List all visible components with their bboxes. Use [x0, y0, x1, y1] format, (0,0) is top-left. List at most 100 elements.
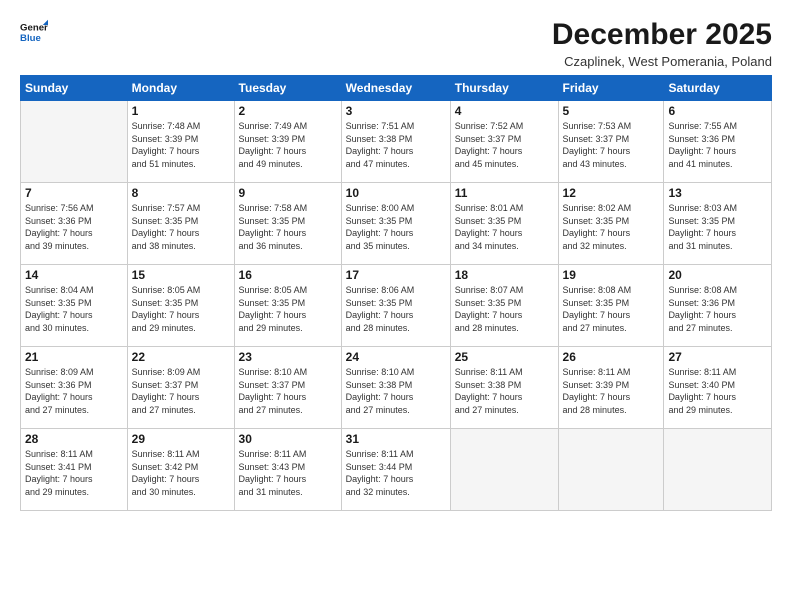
calendar-cell: 9Sunrise: 7:58 AM Sunset: 3:35 PM Daylig…: [234, 183, 341, 265]
day-info: Sunrise: 8:06 AM Sunset: 3:35 PM Dayligh…: [346, 284, 446, 334]
day-number: 4: [455, 104, 554, 118]
day-number: 10: [346, 186, 446, 200]
day-info: Sunrise: 7:53 AM Sunset: 3:37 PM Dayligh…: [563, 120, 660, 170]
day-number: 7: [25, 186, 123, 200]
calendar-cell: 16 Sunrise: 8:05 AM Sunset: 3:35 PM Dayli…: [234, 265, 341, 347]
calendar-body: 1Sunrise: 7:48 AM Sunset: 3:39 PM Daylig…: [21, 101, 772, 511]
calendar-week-3: 14 Sunrise: 8:04 AM Sunset: 3:35 PM Dayli…: [21, 265, 772, 347]
day-number: 22: [132, 350, 230, 364]
day-info: Sunrise: 8:11 AM Sunset: 3:44 PM Dayligh…: [346, 448, 446, 498]
day-info: Sunrise: 8:07 AM Sunset: 3:35 PM Dayligh…: [455, 284, 554, 334]
weekday-tuesday: Tuesday: [234, 76, 341, 101]
day-number: 9: [239, 186, 337, 200]
day-number: 17: [346, 268, 446, 282]
day-info: Sunrise: 8:05 AM Sunset: 3:35 PM Dayligh…: [132, 284, 230, 334]
day-info: Sunrise: 8:11 AM Sunset: 3:43 PM Dayligh…: [239, 448, 337, 498]
calendar-cell: 6Sunrise: 7:55 AM Sunset: 3:36 PM Daylig…: [664, 101, 772, 183]
weekday-saturday: Saturday: [664, 76, 772, 101]
day-info: Sunrise: 8:11 AM Sunset: 3:41 PM Dayligh…: [25, 448, 123, 498]
calendar-cell: [21, 101, 128, 183]
day-info: Sunrise: 8:10 AM Sunset: 3:37 PM Dayligh…: [239, 366, 337, 416]
day-number: 30: [239, 432, 337, 446]
calendar-cell: 2Sunrise: 7:49 AM Sunset: 3:39 PM Daylig…: [234, 101, 341, 183]
day-info: Sunrise: 7:55 AM Sunset: 3:36 PM Dayligh…: [668, 120, 767, 170]
calendar-cell: 24 Sunrise: 8:10 AM Sunset: 3:38 PM Dayli…: [341, 347, 450, 429]
day-info: Sunrise: 8:10 AM Sunset: 3:38 PM Dayligh…: [346, 366, 446, 416]
calendar-cell: 18 Sunrise: 8:07 AM Sunset: 3:35 PM Dayli…: [450, 265, 558, 347]
day-number: 24: [346, 350, 446, 364]
day-info: Sunrise: 8:09 AM Sunset: 3:37 PM Dayligh…: [132, 366, 230, 416]
day-number: 12: [563, 186, 660, 200]
calendar-week-2: 7 Sunrise: 7:56 AM Sunset: 3:36 PM Daylig…: [21, 183, 772, 265]
day-number: 31: [346, 432, 446, 446]
calendar-cell: 14 Sunrise: 8:04 AM Sunset: 3:35 PM Dayli…: [21, 265, 128, 347]
calendar-cell: 31 Sunrise: 8:11 AM Sunset: 3:44 PM Dayli…: [341, 429, 450, 511]
calendar-cell: 21Sunrise: 8:09 AM Sunset: 3:36 PM Dayli…: [21, 347, 128, 429]
day-number: 18: [455, 268, 554, 282]
day-info: Sunrise: 7:57 AM Sunset: 3:35 PM Dayligh…: [132, 202, 230, 252]
calendar-week-5: 28 Sunrise: 8:11 AM Sunset: 3:41 PM Dayli…: [21, 429, 772, 511]
weekday-friday: Friday: [558, 76, 664, 101]
day-number: 19: [563, 268, 660, 282]
day-number: 28: [25, 432, 123, 446]
calendar-cell: 25 Sunrise: 8:11 AM Sunset: 3:38 PM Dayli…: [450, 347, 558, 429]
day-number: 26: [563, 350, 660, 364]
day-info: Sunrise: 8:08 AM Sunset: 3:36 PM Dayligh…: [668, 284, 767, 334]
header: General Blue December 2025 Czaplinek, We…: [20, 18, 772, 69]
calendar-week-1: 1Sunrise: 7:48 AM Sunset: 3:39 PM Daylig…: [21, 101, 772, 183]
weekday-thursday: Thursday: [450, 76, 558, 101]
calendar-cell: 12 Sunrise: 8:02 AM Sunset: 3:35 PM Dayli…: [558, 183, 664, 265]
day-info: Sunrise: 8:05 AM Sunset: 3:35 PM Dayligh…: [239, 284, 337, 334]
day-number: 3: [346, 104, 446, 118]
day-number: 16: [239, 268, 337, 282]
weekday-wednesday: Wednesday: [341, 76, 450, 101]
calendar-cell: 7 Sunrise: 7:56 AM Sunset: 3:36 PM Daylig…: [21, 183, 128, 265]
day-info: Sunrise: 7:56 AM Sunset: 3:36 PM Dayligh…: [25, 202, 123, 252]
calendar-cell: 19 Sunrise: 8:08 AM Sunset: 3:35 PM Dayli…: [558, 265, 664, 347]
day-number: 5: [563, 104, 660, 118]
month-title: December 2025: [552, 18, 772, 52]
subtitle: Czaplinek, West Pomerania, Poland: [552, 54, 772, 69]
title-block: December 2025 Czaplinek, West Pomerania,…: [552, 18, 772, 69]
calendar-cell: 22 Sunrise: 8:09 AM Sunset: 3:37 PM Dayli…: [127, 347, 234, 429]
calendar-cell: 17 Sunrise: 8:06 AM Sunset: 3:35 PM Dayli…: [341, 265, 450, 347]
day-info: Sunrise: 8:11 AM Sunset: 3:39 PM Dayligh…: [563, 366, 660, 416]
weekday-monday: Monday: [127, 76, 234, 101]
svg-text:Blue: Blue: [20, 33, 41, 44]
day-number: 27: [668, 350, 767, 364]
calendar-cell: 15Sunrise: 8:05 AM Sunset: 3:35 PM Dayli…: [127, 265, 234, 347]
calendar-cell: 4 Sunrise: 7:52 AM Sunset: 3:37 PM Daylig…: [450, 101, 558, 183]
day-info: Sunrise: 8:08 AM Sunset: 3:35 PM Dayligh…: [563, 284, 660, 334]
day-info: Sunrise: 8:02 AM Sunset: 3:35 PM Dayligh…: [563, 202, 660, 252]
day-number: 14: [25, 268, 123, 282]
day-number: 1: [132, 104, 230, 118]
day-info: Sunrise: 7:52 AM Sunset: 3:37 PM Dayligh…: [455, 120, 554, 170]
calendar-cell: 10Sunrise: 8:00 AM Sunset: 3:35 PM Dayli…: [341, 183, 450, 265]
logo-icon: General Blue: [20, 18, 48, 46]
calendar-cell: [664, 429, 772, 511]
day-info: Sunrise: 7:49 AM Sunset: 3:39 PM Dayligh…: [239, 120, 337, 170]
day-info: Sunrise: 8:04 AM Sunset: 3:35 PM Dayligh…: [25, 284, 123, 334]
day-number: 8: [132, 186, 230, 200]
calendar-cell: [558, 429, 664, 511]
calendar-cell: 8 Sunrise: 7:57 AM Sunset: 3:35 PM Daylig…: [127, 183, 234, 265]
logo: General Blue: [20, 18, 48, 46]
page: General Blue December 2025 Czaplinek, We…: [0, 0, 792, 612]
calendar-cell: 1Sunrise: 7:48 AM Sunset: 3:39 PM Daylig…: [127, 101, 234, 183]
day-number: 25: [455, 350, 554, 364]
weekday-sunday: Sunday: [21, 76, 128, 101]
calendar-header: Sunday Monday Tuesday Wednesday Thursday…: [21, 76, 772, 101]
day-info: Sunrise: 7:51 AM Sunset: 3:38 PM Dayligh…: [346, 120, 446, 170]
calendar-cell: 23Sunrise: 8:10 AM Sunset: 3:37 PM Dayli…: [234, 347, 341, 429]
calendar-cell: 28 Sunrise: 8:11 AM Sunset: 3:41 PM Dayli…: [21, 429, 128, 511]
day-number: 13: [668, 186, 767, 200]
calendar-cell: 20 Sunrise: 8:08 AM Sunset: 3:36 PM Dayli…: [664, 265, 772, 347]
svg-text:General: General: [20, 22, 48, 33]
calendar-cell: 3 Sunrise: 7:51 AM Sunset: 3:38 PM Daylig…: [341, 101, 450, 183]
calendar-cell: 30 Sunrise: 8:11 AM Sunset: 3:43 PM Dayli…: [234, 429, 341, 511]
weekday-row: Sunday Monday Tuesday Wednesday Thursday…: [21, 76, 772, 101]
day-number: 20: [668, 268, 767, 282]
day-info: Sunrise: 8:11 AM Sunset: 3:38 PM Dayligh…: [455, 366, 554, 416]
day-info: Sunrise: 8:01 AM Sunset: 3:35 PM Dayligh…: [455, 202, 554, 252]
calendar-cell: [450, 429, 558, 511]
